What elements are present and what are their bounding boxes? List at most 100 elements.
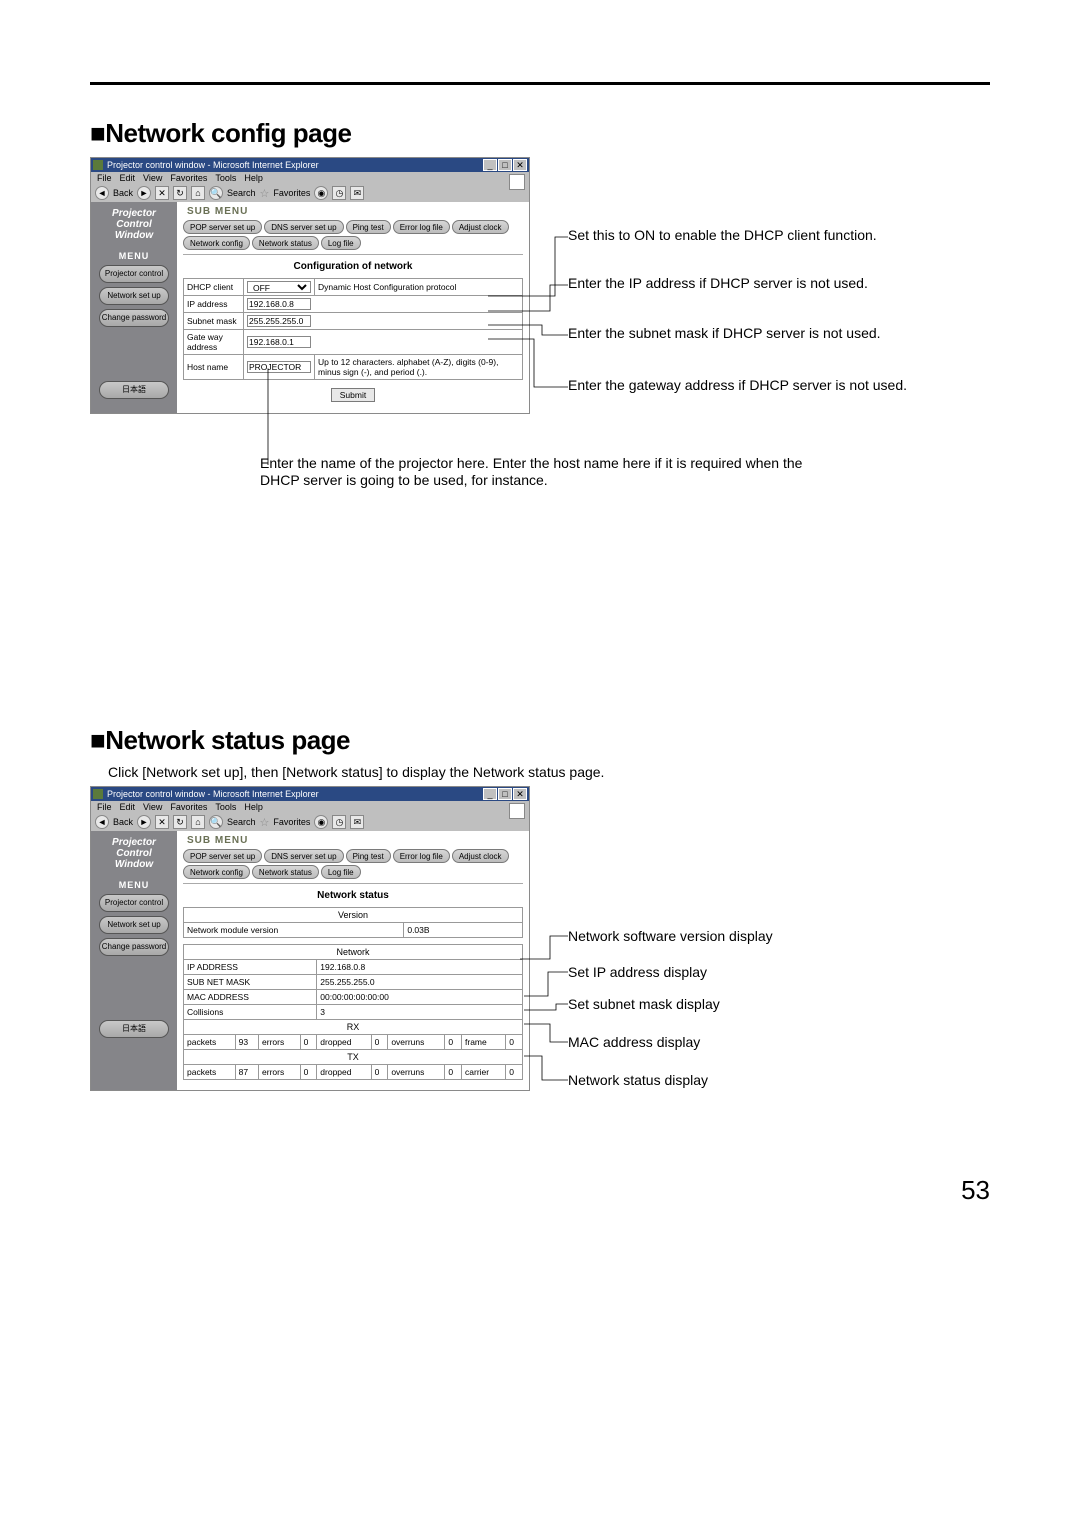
form-title: Configuration of network bbox=[183, 261, 523, 272]
label-ip: IP address bbox=[187, 299, 227, 309]
menu-tools[interactable]: Tools bbox=[215, 802, 236, 812]
menu-edit[interactable]: Edit bbox=[120, 802, 136, 812]
version-heading: Version bbox=[184, 908, 523, 923]
menu-projector-control[interactable]: Projector control bbox=[99, 265, 169, 283]
version-table: Version Network module version 0.03B bbox=[183, 907, 523, 938]
app-icon bbox=[93, 789, 103, 799]
refresh-icon[interactable]: ↻ bbox=[173, 186, 187, 200]
close-icon[interactable]: ✕ bbox=[513, 159, 527, 171]
tab-pop[interactable]: POP server set up bbox=[183, 220, 262, 234]
maximize-icon[interactable]: □ bbox=[498, 788, 512, 800]
desc-host: Up to 12 characters. alphabet (A-Z), dig… bbox=[318, 357, 498, 377]
back-icon[interactable]: ◄ bbox=[95, 815, 109, 829]
menu-change-password[interactable]: Change password bbox=[99, 938, 169, 956]
menu-change-password[interactable]: Change password bbox=[99, 309, 169, 327]
tab-logfile[interactable]: Log file bbox=[321, 236, 361, 250]
top-rule bbox=[90, 82, 990, 85]
minimize-icon[interactable]: _ bbox=[483, 159, 497, 171]
label-mask: SUB NET MASK bbox=[187, 977, 250, 987]
tab-networkstatus[interactable]: Network status bbox=[252, 236, 319, 250]
tab-ping[interactable]: Ping test bbox=[346, 220, 391, 234]
toolbar: ◄ Back ► ✕ ↻ ⌂ 🔍 Search ☆ Favorites ◉ ◷ … bbox=[91, 184, 529, 202]
tab-networkconfig[interactable]: Network config bbox=[183, 236, 250, 250]
tab-errorlog[interactable]: Error log file bbox=[393, 220, 450, 234]
tab-adjustclock[interactable]: Adjust clock bbox=[452, 220, 509, 234]
input-gw[interactable] bbox=[247, 336, 311, 348]
menu-view[interactable]: View bbox=[143, 802, 162, 812]
tab-adjustclock[interactable]: Adjust clock bbox=[452, 849, 509, 863]
section-network-config: ■Network config page Projector control w… bbox=[90, 118, 990, 547]
minimize-icon[interactable]: _ bbox=[483, 788, 497, 800]
back-icon[interactable]: ◄ bbox=[95, 186, 109, 200]
callout-ip: Enter the IP address if DHCP server is n… bbox=[568, 275, 868, 292]
menu-tools[interactable]: Tools bbox=[215, 173, 236, 183]
select-dhcp[interactable]: OFF bbox=[247, 281, 311, 293]
home-icon[interactable]: ⌂ bbox=[191, 815, 205, 829]
callout-status: Network status display bbox=[568, 1072, 708, 1089]
menu-file[interactable]: File bbox=[97, 802, 112, 812]
home-icon[interactable]: ⌂ bbox=[191, 186, 205, 200]
status-title: Network status bbox=[183, 890, 523, 901]
stop-icon[interactable]: ✕ bbox=[155, 186, 169, 200]
input-ip[interactable] bbox=[247, 298, 311, 310]
callout-ip: Set IP address display bbox=[568, 964, 707, 981]
search-label: Search bbox=[227, 188, 256, 198]
tab-dns[interactable]: DNS server set up bbox=[264, 220, 343, 234]
menu-network-setup[interactable]: Network set up bbox=[99, 287, 169, 305]
menu-edit[interactable]: Edit bbox=[120, 173, 136, 183]
maximize-icon[interactable]: □ bbox=[498, 159, 512, 171]
forward-icon[interactable]: ► bbox=[137, 186, 151, 200]
tab-networkconfig[interactable]: Network config bbox=[183, 865, 250, 879]
menu-favorites[interactable]: Favorites bbox=[170, 173, 207, 183]
titlebar: Projector control window - Microsoft Int… bbox=[91, 158, 529, 172]
forward-icon[interactable]: ► bbox=[137, 815, 151, 829]
heading-network-status: ■Network status page bbox=[90, 725, 990, 756]
submenu-label: SUB MENU bbox=[183, 206, 523, 217]
tx-heading: TX bbox=[184, 1050, 523, 1065]
desc-dhcp: Dynamic Host Configuration protocol bbox=[318, 282, 456, 292]
mail-icon[interactable]: ✉ bbox=[350, 186, 364, 200]
tab-pop[interactable]: POP server set up bbox=[183, 849, 262, 863]
menu-japanese[interactable]: 日本語 bbox=[99, 1020, 169, 1038]
menu-japanese[interactable]: 日本語 bbox=[99, 381, 169, 399]
input-mask[interactable] bbox=[247, 315, 311, 327]
menu-projector-control[interactable]: Projector control bbox=[99, 894, 169, 912]
menu-favorites[interactable]: Favorites bbox=[170, 802, 207, 812]
intro-text: Click [Network set up], then [Network st… bbox=[108, 764, 990, 780]
browser-window-2: Projector control window - Microsoft Int… bbox=[90, 786, 530, 1091]
menu-view[interactable]: View bbox=[143, 173, 162, 183]
menu-help[interactable]: Help bbox=[244, 173, 263, 183]
rx-heading: RX bbox=[184, 1020, 523, 1035]
search-icon[interactable]: 🔍 bbox=[209, 815, 223, 829]
history-icon[interactable]: ◷ bbox=[332, 186, 346, 200]
sidebar: ProjectorControlWindow MENU Projector co… bbox=[91, 202, 177, 413]
label-mac: MAC ADDRESS bbox=[187, 992, 249, 1002]
media-icon[interactable]: ◉ bbox=[314, 186, 328, 200]
search-icon[interactable]: 🔍 bbox=[209, 186, 223, 200]
input-host[interactable] bbox=[247, 361, 311, 373]
callout-host: Enter the name of the projector here. En… bbox=[260, 455, 820, 489]
menu-help[interactable]: Help bbox=[244, 802, 263, 812]
browser-window: Projector control window - Microsoft Int… bbox=[90, 157, 530, 414]
media-icon[interactable]: ◉ bbox=[314, 815, 328, 829]
refresh-icon[interactable]: ↻ bbox=[173, 815, 187, 829]
menu-file[interactable]: File bbox=[97, 173, 112, 183]
favorites-icon[interactable]: ☆ bbox=[260, 816, 270, 829]
heading-network-config: ■Network config page bbox=[90, 118, 990, 149]
history-icon[interactable]: ◷ bbox=[332, 815, 346, 829]
stop-icon[interactable]: ✕ bbox=[155, 815, 169, 829]
callout-dhcp: Set this to ON to enable the DHCP client… bbox=[568, 227, 877, 244]
menu-network-setup[interactable]: Network set up bbox=[99, 916, 169, 934]
tab-networkstatus[interactable]: Network status bbox=[252, 865, 319, 879]
favorites-icon[interactable]: ☆ bbox=[260, 187, 270, 200]
brand: ProjectorControlWindow bbox=[112, 837, 156, 870]
submit-button[interactable]: Submit bbox=[331, 388, 375, 402]
tab-ping[interactable]: Ping test bbox=[346, 849, 391, 863]
tab-dns[interactable]: DNS server set up bbox=[264, 849, 343, 863]
tab-logfile[interactable]: Log file bbox=[321, 865, 361, 879]
callout-gw: Enter the gateway address if DHCP server… bbox=[568, 377, 907, 394]
close-icon[interactable]: ✕ bbox=[513, 788, 527, 800]
tab-errorlog[interactable]: Error log file bbox=[393, 849, 450, 863]
section-network-status: ■Network status page Click [Network set … bbox=[90, 725, 990, 1186]
mail-icon[interactable]: ✉ bbox=[350, 815, 364, 829]
